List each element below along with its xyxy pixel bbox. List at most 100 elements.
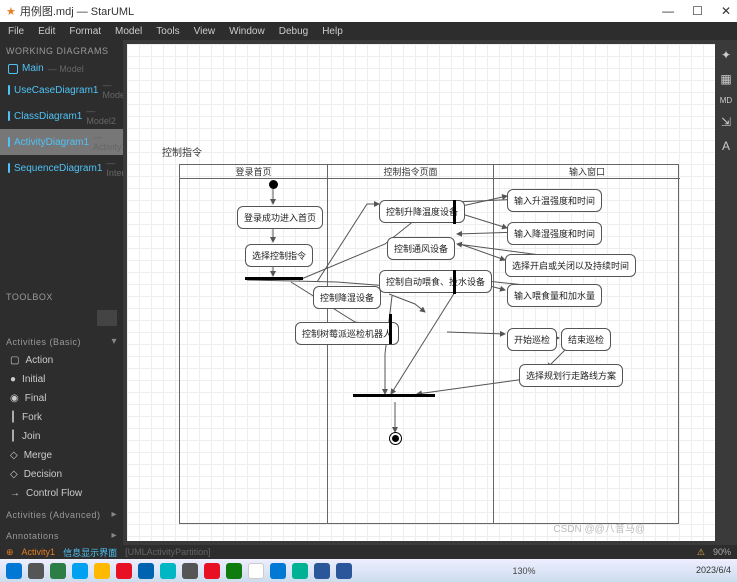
menu-view[interactable]: View — [194, 26, 216, 37]
group-advanced[interactable]: Activities (Advanced)▸ — [0, 503, 123, 524]
font-icon[interactable]: A — [722, 139, 730, 153]
diagram-title: 控制指令 — [162, 144, 202, 159]
diagram-item-usecase[interactable]: UseCaseDiagram1 — Model1 — [0, 77, 123, 103]
input-onoff[interactable]: 选择开启或关闭以及持续时间 — [505, 254, 636, 277]
join-3[interactable] — [389, 314, 392, 344]
diagram-icon — [8, 137, 10, 147]
menu-edit[interactable]: Edit — [38, 26, 55, 37]
action-select-cmd[interactable]: 选择控制指令 — [245, 244, 313, 267]
statusbar: ⊕ Activity1 信息显示界面 [UMLActivityPartition… — [0, 545, 737, 559]
minimize-button[interactable]: — — [662, 4, 674, 18]
status-type: [UMLActivityPartition] — [125, 547, 211, 557]
puzzle-icon[interactable]: ✦ — [721, 48, 731, 62]
join-icon: ┃ — [10, 431, 16, 442]
lane-header-2[interactable]: 控制指令页面 — [328, 165, 493, 179]
diagram-item-activity[interactable]: ActivityDiagram1 — Activity1 — [0, 129, 123, 155]
md-icon[interactable]: MD — [720, 96, 732, 105]
start-button[interactable] — [6, 563, 22, 579]
end-patrol[interactable]: 结束巡检 — [561, 328, 611, 351]
clock[interactable]: 2023/6/4 — [696, 566, 731, 575]
final-node[interactable] — [389, 432, 402, 445]
task-icon[interactable] — [314, 563, 330, 579]
tool-initial[interactable]: ●Initial — [0, 370, 123, 389]
lane-header-1[interactable]: 登录首页 — [180, 165, 327, 179]
diagram-icon — [8, 64, 18, 74]
diagram-icon — [8, 85, 10, 95]
task-icon[interactable] — [28, 563, 44, 579]
task-icon[interactable] — [50, 563, 66, 579]
tool-merge[interactable]: ◇Merge — [0, 446, 123, 465]
tool-final[interactable]: ◉Final — [0, 389, 123, 408]
task-icon[interactable] — [204, 563, 220, 579]
group-basic[interactable]: Activities (Basic)▾ — [0, 330, 123, 351]
task-icon[interactable] — [138, 563, 154, 579]
status-selection[interactable]: 信息显示界面 — [63, 546, 117, 559]
task-icon[interactable] — [116, 563, 132, 579]
working-diagrams-header: WORKING DIAGRAMS — [0, 40, 123, 60]
left-panel: WORKING DIAGRAMS Main — Model UseCaseDia… — [0, 40, 123, 545]
tool-decision[interactable]: ◇Decision — [0, 465, 123, 484]
status-activity[interactable]: Activity1 — [22, 547, 56, 557]
fork-1[interactable] — [245, 277, 303, 280]
task-icon[interactable] — [292, 563, 308, 579]
lane-header-3[interactable]: 输入窗口 — [494, 165, 680, 179]
action-dehumid[interactable]: 控制降湿设备 — [313, 286, 381, 309]
menu-help[interactable]: Help — [322, 26, 343, 37]
watermark: CSDN @@八音马@ — [553, 520, 645, 535]
action-robot[interactable]: 控制树莓派巡检机器人 — [295, 322, 399, 345]
action-feed[interactable]: 控制自动喂食、投水设备 — [379, 270, 492, 293]
join-final[interactable] — [353, 394, 435, 397]
cursor-zoom: 130% — [512, 566, 535, 576]
task-icon[interactable] — [336, 563, 352, 579]
fork-icon: ┃ — [10, 412, 16, 423]
grid-icon[interactable]: ▦ — [720, 72, 731, 86]
task-icon[interactable] — [270, 563, 286, 579]
menu-window[interactable]: Window — [229, 26, 265, 37]
join-1[interactable] — [453, 200, 456, 224]
right-toolbar: ✦ ▦ MD ⇲ A — [715, 40, 737, 153]
choose-route[interactable]: 选择规划行走路线方案 — [519, 364, 623, 387]
task-icon[interactable] — [182, 563, 198, 579]
diagram-item-sequence[interactable]: SequenceDiagram1 — Interac — [0, 155, 123, 181]
merge-icon: ◇ — [10, 450, 18, 461]
task-icon[interactable] — [94, 563, 110, 579]
warning-icon[interactable]: ⚠ — [697, 547, 705, 558]
action-icon: ▢ — [10, 355, 19, 366]
action-vent[interactable]: 控制通风设备 — [387, 237, 455, 260]
task-icon[interactable] — [248, 563, 264, 579]
initial-node[interactable] — [269, 180, 278, 189]
decision-icon: ◇ — [10, 469, 18, 480]
task-icon[interactable] — [72, 563, 88, 579]
maximize-button[interactable]: ☐ — [692, 4, 703, 18]
titlebar: ★ 用例图.mdj — StarUML — ☐ ✕ — [0, 0, 737, 22]
initial-icon: ● — [10, 374, 16, 385]
cursor-icon[interactable] — [97, 310, 117, 326]
menu-format[interactable]: Format — [69, 26, 101, 37]
input-dehumid[interactable]: 输入降湿强度和时间 — [507, 222, 602, 245]
group-annotations[interactable]: Annotations▸ — [0, 524, 123, 545]
tool-join[interactable]: ┃Join — [0, 427, 123, 446]
start-patrol[interactable]: 开始巡检 — [507, 328, 557, 351]
join-2[interactable] — [453, 270, 456, 294]
share-icon[interactable]: ⇲ — [721, 115, 731, 129]
action-login[interactable]: 登录成功进入首页 — [237, 206, 323, 229]
input-heat[interactable]: 输入升温强度和时间 — [507, 189, 602, 212]
zoom-value[interactable]: 90% — [713, 547, 731, 557]
task-icon[interactable] — [226, 563, 242, 579]
close-button[interactable]: ✕ — [721, 4, 731, 18]
diagram-icon — [8, 111, 10, 121]
diagram-item-main[interactable]: Main — Model — [0, 60, 123, 77]
tool-fork[interactable]: ┃Fork — [0, 408, 123, 427]
menu-model[interactable]: Model — [115, 26, 142, 37]
input-feed[interactable]: 输入喂食量和加水量 — [507, 284, 602, 307]
menu-file[interactable]: File — [8, 26, 24, 37]
canvas[interactable]: 控制指令 登录首页 控制指令页面 输入窗口 — [127, 44, 715, 541]
canvas-area: 控制指令 登录首页 控制指令页面 输入窗口 — [123, 40, 737, 545]
title-text: 用例图.mdj — StarUML — [20, 3, 134, 19]
diagram-item-class[interactable]: ClassDiagram1 — Model2 — [0, 103, 123, 129]
tool-action[interactable]: ▢Action — [0, 351, 123, 370]
tool-controlflow[interactable]: →Control Flow — [0, 484, 123, 503]
menu-tools[interactable]: Tools — [156, 26, 179, 37]
menu-debug[interactable]: Debug — [279, 26, 308, 37]
task-icon[interactable] — [160, 563, 176, 579]
